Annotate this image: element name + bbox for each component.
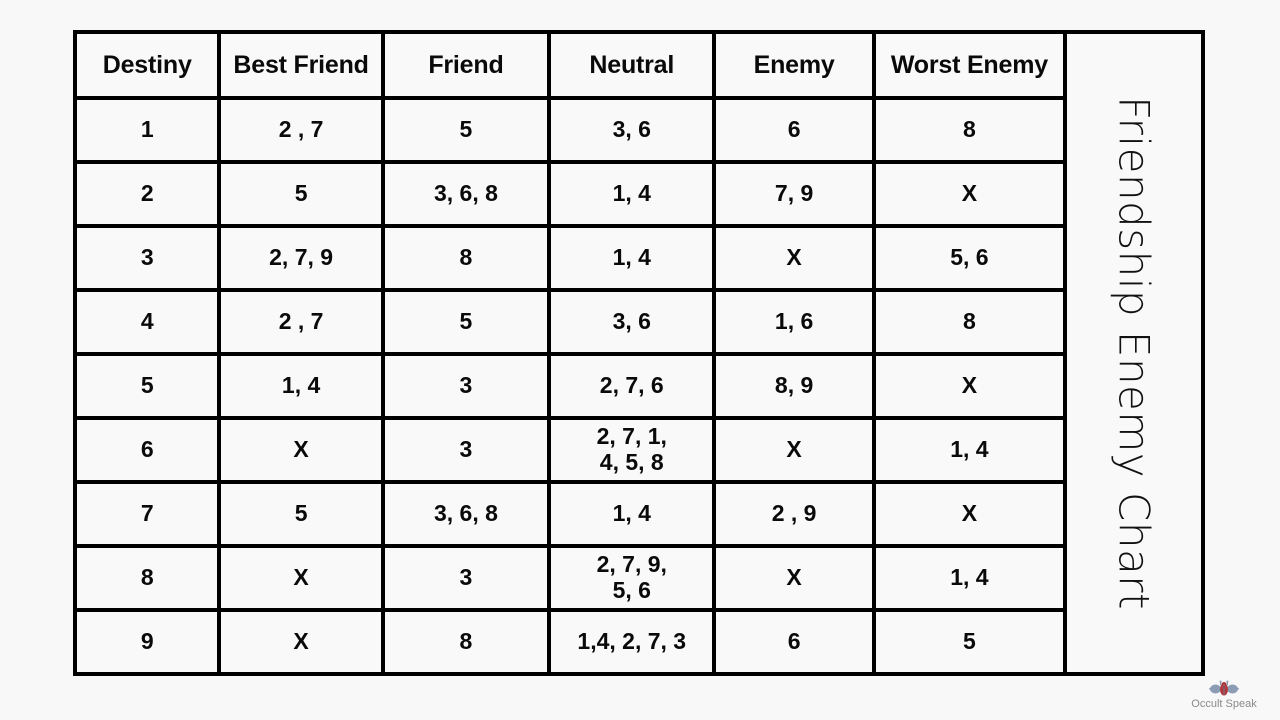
column-header-friend: Friend xyxy=(384,34,552,97)
cell-destiny: 7 xyxy=(77,484,222,545)
column-header-worst-enemy: Worst Enemy xyxy=(875,34,1063,97)
cell-destiny: 1 xyxy=(77,100,222,161)
cell-friend: 8 xyxy=(384,228,552,289)
cell-neutral: 3, 6 xyxy=(551,292,717,353)
cell-enemy: X xyxy=(716,548,876,608)
cell-destiny: 9 xyxy=(77,611,222,672)
table-row: 1 2 , 7 5 3, 6 6 8 xyxy=(77,100,1063,165)
table-row: 4 2 , 7 5 3, 6 1, 6 8 xyxy=(77,292,1063,357)
cell-best-friend: X xyxy=(221,420,385,481)
cell-destiny: 6 xyxy=(77,420,222,481)
watermark-label: Occult Speak xyxy=(1191,698,1257,710)
cell-enemy: 8, 9 xyxy=(716,356,876,417)
cell-worst-enemy: 8 xyxy=(875,292,1063,353)
cell-friend: 3 xyxy=(384,420,552,481)
cell-neutral: 2, 7, 1, 4, 5, 8 xyxy=(551,420,717,481)
cell-enemy: 6 xyxy=(716,100,876,161)
cell-neutral: 1, 4 xyxy=(551,228,717,289)
cell-best-friend: 1, 4 xyxy=(221,356,385,417)
cell-friend: 3, 6, 8 xyxy=(384,484,552,545)
cell-neutral: 1,4, 2, 7, 3 xyxy=(551,611,717,672)
cell-friend: 3, 6, 8 xyxy=(384,164,552,225)
cell-best-friend: X xyxy=(221,611,385,672)
cell-friend: 8 xyxy=(384,611,552,672)
cell-best-friend: X xyxy=(221,548,385,608)
column-header-best-friend: Best Friend xyxy=(221,34,385,97)
cell-best-friend: 2 , 7 xyxy=(221,100,385,161)
scarab-emblem-icon xyxy=(1209,680,1239,696)
cell-best-friend: 5 xyxy=(221,164,385,225)
table-row: 3 2, 7, 9 8 1, 4 X 5, 6 xyxy=(77,228,1063,293)
cell-friend: 5 xyxy=(384,292,552,353)
cell-best-friend: 5 xyxy=(221,484,385,545)
chart-frame: Destiny Best Friend Friend Neutral Enemy… xyxy=(73,30,1205,676)
cell-enemy: X xyxy=(716,420,876,481)
cell-destiny: 3 xyxy=(77,228,222,289)
cell-worst-enemy: 8 xyxy=(875,100,1063,161)
table-row: 9 X 8 1,4, 2, 7, 3 6 5 xyxy=(77,611,1063,672)
column-header-neutral: Neutral xyxy=(551,34,717,97)
cell-neutral: 2, 7, 6 xyxy=(551,356,717,417)
column-header-destiny: Destiny xyxy=(77,34,222,97)
table-header-row: Destiny Best Friend Friend Neutral Enemy… xyxy=(77,34,1063,101)
friendship-enemy-table: Destiny Best Friend Friend Neutral Enemy… xyxy=(77,34,1067,672)
cell-best-friend: 2, 7, 9 xyxy=(221,228,385,289)
watermark: Occult Speak xyxy=(1182,680,1266,710)
cell-friend: 5 xyxy=(384,100,552,161)
chart-title: Friendship Enemy Chart xyxy=(1109,96,1159,610)
table-row: 8 X 3 2, 7, 9, 5, 6 X 1, 4 xyxy=(77,548,1063,612)
cell-worst-enemy: 5 xyxy=(875,611,1063,672)
cell-enemy: 7, 9 xyxy=(716,164,876,225)
cell-friend: 3 xyxy=(384,548,552,608)
cell-destiny: 5 xyxy=(77,356,222,417)
table-row: 5 1, 4 3 2, 7, 6 8, 9 X xyxy=(77,356,1063,421)
column-header-enemy: Enemy xyxy=(716,34,876,97)
cell-destiny: 4 xyxy=(77,292,222,353)
cell-destiny: 8 xyxy=(77,548,222,608)
cell-worst-enemy: X xyxy=(875,164,1063,225)
cell-friend: 3 xyxy=(384,356,552,417)
cell-best-friend: 2 , 7 xyxy=(221,292,385,353)
cell-worst-enemy: 1, 4 xyxy=(875,420,1063,481)
cell-worst-enemy: 1, 4 xyxy=(875,548,1063,608)
title-panel: Friendship Enemy Chart xyxy=(1067,34,1201,672)
cell-worst-enemy: X xyxy=(875,356,1063,417)
cell-neutral: 1, 4 xyxy=(551,164,717,225)
table-row: 6 X 3 2, 7, 1, 4, 5, 8 X 1, 4 xyxy=(77,420,1063,485)
cell-enemy: 6 xyxy=(716,611,876,672)
table-row: 7 5 3, 6, 8 1, 4 2 , 9 X xyxy=(77,484,1063,549)
cell-worst-enemy: X xyxy=(875,484,1063,545)
cell-neutral: 2, 7, 9, 5, 6 xyxy=(551,548,717,608)
cell-worst-enemy: 5, 6 xyxy=(875,228,1063,289)
table-row: 2 5 3, 6, 8 1, 4 7, 9 X xyxy=(77,164,1063,229)
cell-enemy: X xyxy=(716,228,876,289)
cell-destiny: 2 xyxy=(77,164,222,225)
cell-enemy: 2 , 9 xyxy=(716,484,876,545)
cell-neutral: 3, 6 xyxy=(551,100,717,161)
cell-neutral: 1, 4 xyxy=(551,484,717,545)
cell-enemy: 1, 6 xyxy=(716,292,876,353)
